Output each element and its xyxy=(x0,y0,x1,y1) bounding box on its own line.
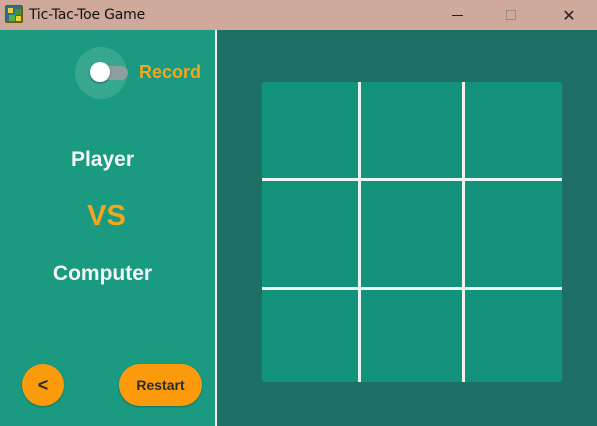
title-bar: Tic-Tac-Toe Game ✕ xyxy=(0,0,597,30)
grid-line-vertical-2 xyxy=(462,82,465,382)
maximize-icon xyxy=(506,10,516,20)
app-icon xyxy=(5,5,23,23)
board-cell-3-3[interactable] xyxy=(465,290,562,382)
window-title: Tic-Tac-Toe Game xyxy=(29,7,146,23)
minimize-icon xyxy=(451,14,463,16)
game-board xyxy=(262,82,562,382)
panel-divider xyxy=(215,30,217,426)
board-cell-3-1[interactable] xyxy=(262,290,358,382)
board-cell-2-2[interactable] xyxy=(361,181,462,287)
minimize-button[interactable] xyxy=(434,0,480,30)
record-label: Record xyxy=(139,62,202,82)
record-toggle-thumb[interactable] xyxy=(90,62,110,82)
board-cell-1-3[interactable] xyxy=(465,82,562,178)
grid-line-horizontal-2 xyxy=(262,287,562,290)
grid-line-vertical-1 xyxy=(358,82,361,382)
board-cell-3-2[interactable] xyxy=(361,290,462,382)
board-cell-2-1[interactable] xyxy=(262,181,358,287)
player-label: Player xyxy=(70,148,135,171)
board-cell-2-3[interactable] xyxy=(465,181,562,287)
vs-label: VS xyxy=(87,200,126,232)
close-icon: ✕ xyxy=(562,5,576,25)
maximize-button[interactable] xyxy=(488,0,534,30)
close-button[interactable]: ✕ xyxy=(546,0,592,30)
restart-button[interactable]: Restart xyxy=(119,364,202,406)
grid-line-horizontal-1 xyxy=(262,178,562,181)
board-cell-1-1[interactable] xyxy=(262,82,358,178)
board-cell-1-2[interactable] xyxy=(361,82,462,178)
back-button[interactable]: < xyxy=(22,364,64,406)
computer-label: Computer xyxy=(52,262,153,285)
